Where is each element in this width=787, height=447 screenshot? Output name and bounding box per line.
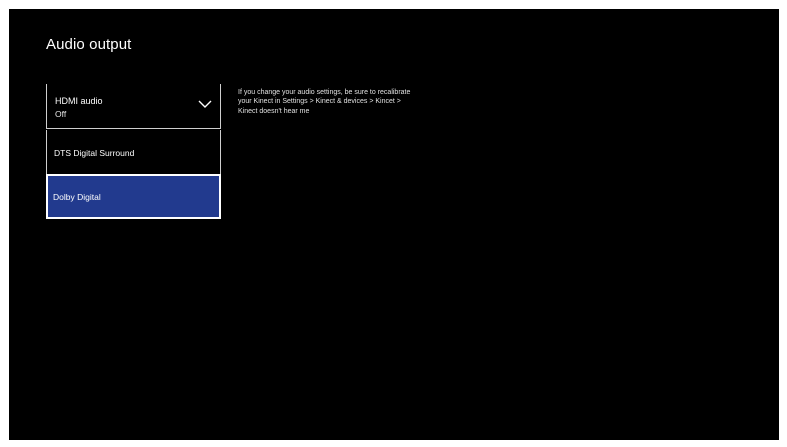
option-dolby-digital[interactable]: Dolby Digital	[46, 174, 221, 219]
hdmi-audio-dropdown[interactable]: HDMI audio Off	[46, 84, 221, 129]
hdmi-audio-label: HDMI audio	[55, 96, 103, 106]
help-text: If you change your audio settings, be su…	[238, 89, 411, 115]
option-label: DTS Digital Surround	[54, 148, 135, 158]
chevron-down-icon	[198, 100, 212, 108]
page-title: Audio output	[46, 36, 132, 53]
hdmi-audio-value: Off	[55, 109, 67, 119]
settings-screen: Audio output HDMI audio Off DTS Digital …	[9, 9, 779, 440]
option-label: Dolby Digital	[53, 192, 101, 202]
option-dts-digital-surround[interactable]: DTS Digital Surround	[46, 130, 221, 174]
